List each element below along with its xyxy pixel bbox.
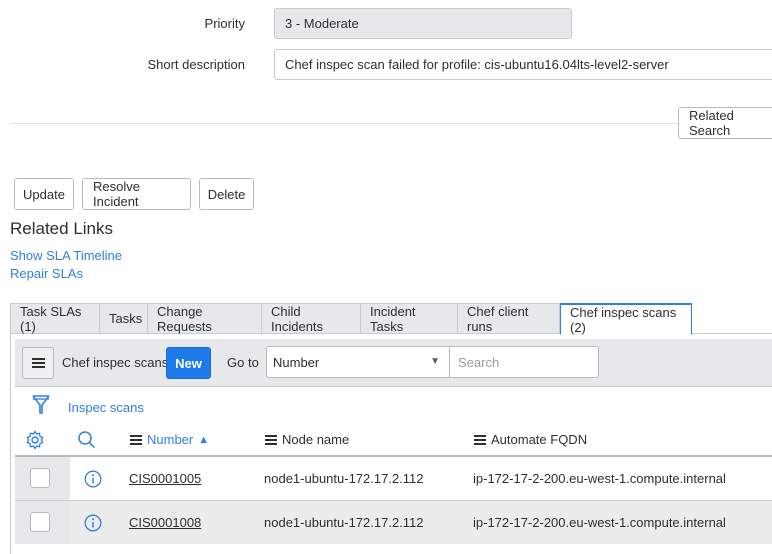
- record-number-link[interactable]: CIS0001008: [129, 515, 201, 530]
- goto-field-select[interactable]: Number ▼: [266, 346, 450, 378]
- update-button[interactable]: Update: [14, 178, 74, 210]
- column-label-node-name: Node name: [282, 432, 350, 447]
- tab-chef-client-runs[interactable]: Chef client runs: [457, 303, 560, 334]
- column-label-automate-fqdn: Automate FQDN: [491, 432, 588, 447]
- automate-fqdn-cell: ip-172-17-2-200.eu-west-1.compute.intern…: [473, 471, 726, 486]
- related-links-title: Related Links: [10, 219, 114, 238]
- node-name-cell: node1-ubuntu-172.17.2.112: [264, 471, 424, 486]
- new-button[interactable]: New: [166, 347, 211, 379]
- related-lists-tabs: Task SLAs (1) Tasks Change Requests Chil…: [10, 303, 772, 335]
- info-icon[interactable]: [84, 514, 102, 532]
- tab-tasks[interactable]: Tasks: [99, 303, 147, 334]
- caret-down-icon: ▼: [430, 356, 440, 367]
- list-title: Chef inspec scans: [62, 355, 169, 370]
- node-name-cell: node1-ubuntu-172.17.2.112: [264, 515, 424, 530]
- tab-incident-tasks[interactable]: Incident Tasks: [360, 303, 457, 334]
- tab-child-incidents[interactable]: Child Incidents: [261, 303, 360, 334]
- sort-ascending-icon: ▲: [198, 433, 210, 446]
- goto-label: Go to: [227, 355, 259, 370]
- repair-slas-link[interactable]: Repair SLAs: [10, 266, 83, 281]
- record-number-link[interactable]: CIS0001005: [129, 471, 201, 486]
- column-menu-icon[interactable]: [265, 433, 277, 447]
- hamburger-icon: [31, 356, 45, 370]
- column-label-number: Number: [147, 432, 194, 447]
- filter-breadcrumb-link[interactable]: Inspec scans: [68, 400, 144, 415]
- info-icon[interactable]: [84, 470, 102, 488]
- column-header-number[interactable]: Number ▲: [130, 432, 209, 447]
- delete-button[interactable]: Delete: [199, 178, 254, 210]
- form-divider: [10, 123, 678, 124]
- filter-icon[interactable]: [31, 394, 51, 416]
- resolve-incident-button[interactable]: Resolve Incident: [82, 178, 191, 210]
- priority-field: 3 - Moderate: [274, 8, 572, 39]
- tab-chef-inspec-scans[interactable]: Chef inspec scans (2): [560, 303, 692, 335]
- row-checkbox[interactable]: [30, 468, 50, 488]
- column-header-automate-fqdn[interactable]: Automate FQDN: [474, 432, 587, 447]
- search-icon[interactable]: [77, 430, 97, 450]
- row-checkbox[interactable]: [30, 512, 50, 532]
- gear-icon[interactable]: [25, 430, 45, 450]
- column-menu-icon[interactable]: [130, 433, 142, 447]
- related-search-button[interactable]: Related Search: [678, 107, 772, 139]
- column-header-node-name[interactable]: Node name: [265, 432, 349, 447]
- list-menu-button[interactable]: [22, 347, 54, 379]
- automate-fqdn-cell: ip-172-17-2-200.eu-west-1.compute.intern…: [473, 515, 726, 530]
- goto-select-value: Number: [273, 354, 320, 370]
- column-menu-icon[interactable]: [474, 433, 486, 447]
- priority-label: Priority: [204, 16, 245, 31]
- list-search-input[interactable]: [449, 346, 599, 378]
- short-description-label: Short description: [147, 57, 245, 72]
- tab-task-slas[interactable]: Task SLAs (1): [10, 303, 99, 334]
- show-sla-timeline-link[interactable]: Show SLA Timeline: [10, 248, 122, 263]
- tab-change-requests[interactable]: Change Requests: [147, 303, 261, 334]
- short-description-field[interactable]: Chef inspec scan failed for profile: cis…: [274, 49, 772, 80]
